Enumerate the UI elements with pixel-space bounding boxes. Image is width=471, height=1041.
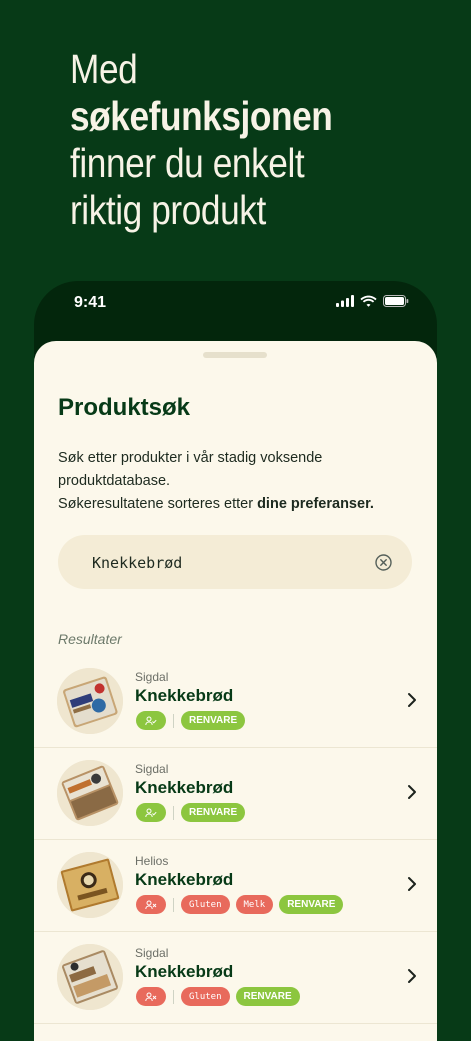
product-tags: RENVARE xyxy=(136,711,246,730)
product-search-sheet: Produktsøk Søk etter produkter i vår sta… xyxy=(34,341,437,1041)
signal-icon xyxy=(336,295,354,307)
user-check-icon xyxy=(136,803,166,822)
result-row[interactable]: Sigdal Knekkebrød Gluten RENVARE xyxy=(34,932,437,1024)
clear-circle-icon[interactable] xyxy=(375,554,392,571)
chevron-right-icon xyxy=(408,969,416,983)
tag-divider xyxy=(173,805,174,820)
headline-line-1: Med søkefunksjonen xyxy=(70,46,405,140)
allergen-tag-gluten: Gluten xyxy=(181,895,230,914)
headline-line-2: finner du enkelt xyxy=(70,140,305,186)
chevron-right-icon xyxy=(408,877,416,891)
product-tags: RENVARE xyxy=(136,803,246,822)
renvare-tag: RENVARE xyxy=(181,711,246,730)
wifi-icon xyxy=(360,295,377,307)
product-image xyxy=(57,668,123,734)
product-tags: Gluten Melk RENVARE xyxy=(136,895,344,914)
description-line-1: Søk etter produkter i vår stadig voksend… xyxy=(58,450,323,489)
result-row[interactable]: Helios Knekkebrød Gluten Melk RENVARE xyxy=(34,840,437,932)
user-check-icon xyxy=(136,711,166,730)
results-label: Resultater xyxy=(58,631,122,647)
allergen-tag-gluten: Gluten xyxy=(181,987,230,1006)
description-preferences-text: dine preferanser. xyxy=(257,496,374,512)
tag-divider xyxy=(173,897,174,912)
search-input[interactable] xyxy=(90,549,364,577)
user-x-icon xyxy=(136,895,166,914)
product-tags: Gluten RENVARE xyxy=(136,987,300,1006)
user-x-icon xyxy=(136,987,166,1006)
status-time: 9:41 xyxy=(74,294,107,311)
product-brand: Helios xyxy=(135,854,169,868)
product-name: Knekkebrød xyxy=(135,962,234,981)
headline: Med søkefunksjonen finner du enkelt rikt… xyxy=(70,46,405,234)
status-icons xyxy=(336,295,409,307)
headline-line-1-bold: søkefunksjonen xyxy=(70,93,333,139)
product-image xyxy=(57,852,123,918)
results-list: Sigdal Knekkebrød RENVARE Sigdal Knekkeb… xyxy=(34,656,437,1024)
battery-icon xyxy=(383,295,409,307)
chevron-right-icon xyxy=(408,785,416,799)
renvare-tag: RENVARE xyxy=(235,987,300,1006)
sheet-grabber[interactable] xyxy=(203,352,267,358)
allergen-tag-melk: Melk xyxy=(235,895,274,914)
product-brand: Sigdal xyxy=(135,946,169,960)
product-brand: Sigdal xyxy=(135,670,169,684)
page-title: Produktsøk xyxy=(58,394,191,421)
tag-divider xyxy=(173,713,174,728)
search-bar xyxy=(58,535,412,589)
product-image xyxy=(57,944,123,1010)
renvare-tag: RENVARE xyxy=(279,895,344,914)
product-name: Knekkebrød xyxy=(135,778,234,797)
description-line-2: Søkeresultatene sorteres etter dine pref… xyxy=(58,493,418,516)
result-row[interactable]: Sigdal Knekkebrød RENVARE xyxy=(34,656,437,748)
product-image xyxy=(57,760,123,826)
result-row[interactable]: Sigdal Knekkebrød RENVARE xyxy=(34,748,437,840)
headline-line-3: riktig produkt xyxy=(70,187,266,233)
chevron-right-icon xyxy=(408,693,416,707)
headline-line-1-regular: Med xyxy=(70,46,138,92)
renvare-tag: RENVARE xyxy=(181,803,246,822)
page-description: Søk etter produkter i vår stadig voksend… xyxy=(58,447,418,516)
product-name: Knekkebrød xyxy=(135,870,234,889)
product-name: Knekkebrød xyxy=(135,686,234,705)
product-brand: Sigdal xyxy=(135,762,169,776)
tag-divider xyxy=(173,989,174,1004)
description-line-2-regular: Søkeresultatene sorteres etter xyxy=(58,496,258,512)
